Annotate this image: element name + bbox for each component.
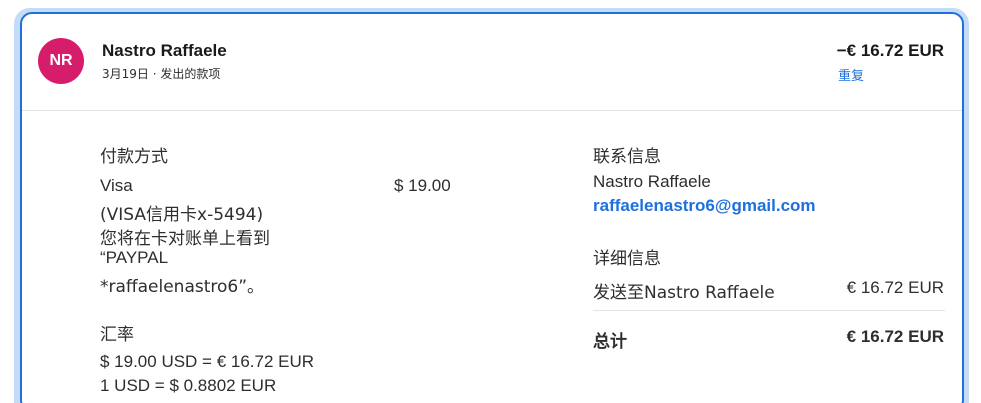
- exchange-rate-title: 汇率: [100, 325, 134, 345]
- statement-note-line2: “PAYPAL: [100, 248, 169, 267]
- details-title: 详细信息: [593, 249, 661, 269]
- sent-to-label: 发送至Nastro Raffaele: [593, 283, 775, 303]
- total-label: 总计: [593, 332, 627, 352]
- statement-note-line3: *raffaelenastro6”。: [100, 277, 265, 297]
- exchange-rate-line2: 1 USD = $ 0.8802 EUR: [100, 376, 277, 395]
- avatar: NR: [38, 38, 84, 84]
- total-amount: € 16.72 EUR: [846, 327, 944, 346]
- transaction-header[interactable]: NR Nastro Raffaele 3月19日 · 发出的款项 −€ 16.7…: [22, 14, 962, 111]
- transaction-date-type: 3月19日 · 发出的款项: [102, 67, 221, 81]
- contact-info-title: 联系信息: [593, 147, 661, 167]
- details-divider: [593, 310, 945, 311]
- payment-method-title: 付款方式: [100, 147, 168, 167]
- exchange-rate-line1: $ 19.00 USD = € 16.72 EUR: [100, 352, 315, 371]
- sent-to-amount: € 16.72 EUR: [846, 278, 944, 297]
- repeat-link[interactable]: 重复: [838, 65, 864, 84]
- avatar-initials: NR: [49, 52, 73, 69]
- transaction-amount: −€ 16.72 EUR: [836, 41, 944, 60]
- payment-card-info: (VISA信用卡x-5494): [100, 205, 264, 225]
- payment-amount: $ 19.00: [394, 176, 451, 195]
- recipient-name: Nastro Raffaele: [102, 41, 227, 60]
- transaction-card: NR Nastro Raffaele 3月19日 · 发出的款项 −€ 16.7…: [20, 12, 964, 403]
- statement-note-line1: 您将在卡对账单上看到: [100, 229, 270, 249]
- payment-method-name: Visa: [100, 176, 133, 195]
- contact-name: Nastro Raffaele: [593, 172, 711, 191]
- contact-email-link[interactable]: raffaelenastro6@gmail.com: [593, 196, 816, 216]
